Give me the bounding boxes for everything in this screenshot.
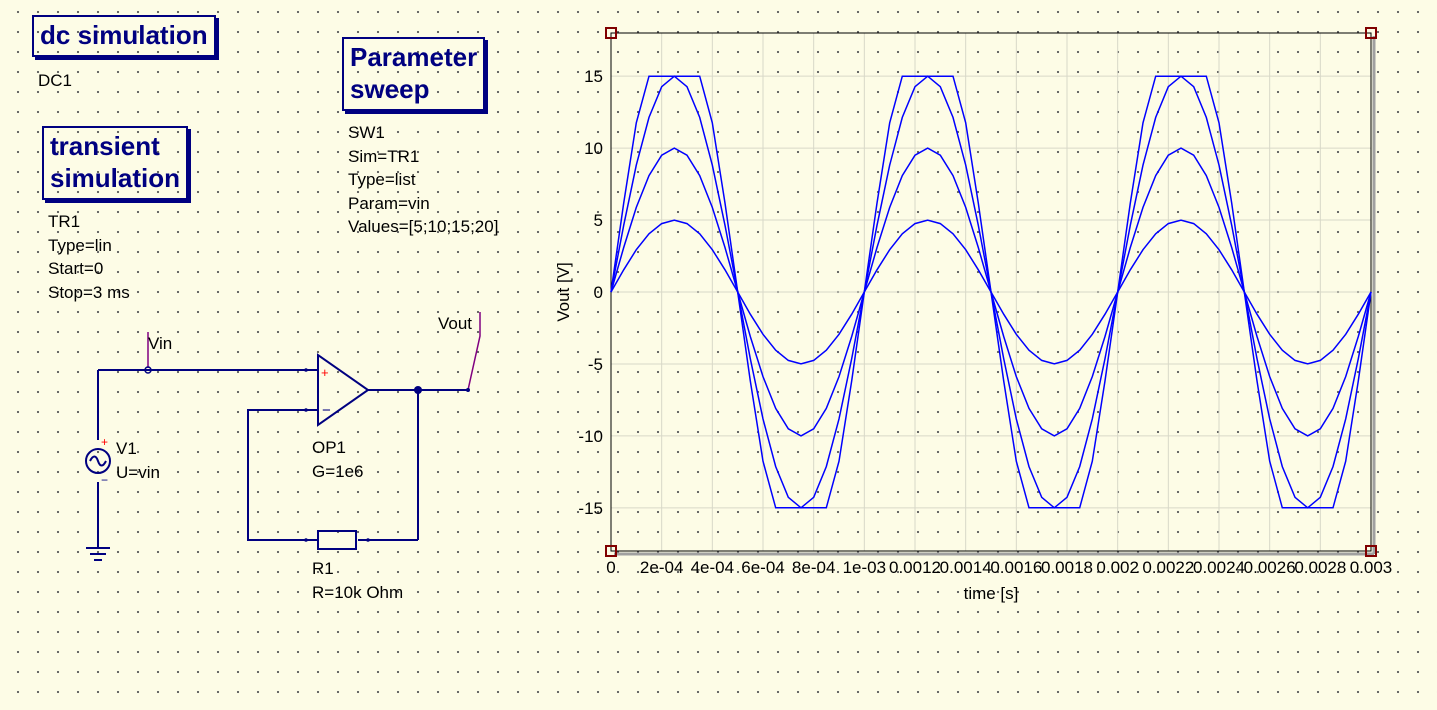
pin-dot: [304, 408, 308, 412]
x-tick-label: 1e-03: [843, 558, 886, 577]
r1-name: R1: [312, 559, 334, 578]
vin-net-label[interactable]: Vin: [148, 334, 172, 354]
svg-text:+: +: [321, 365, 329, 380]
schematic-canvas[interactable]: + − + −: [0, 0, 540, 710]
y-tick-label: 5: [594, 211, 603, 230]
pin-dot: [466, 388, 470, 392]
x-tick-label: 0.0018: [1041, 558, 1093, 577]
x-tick-label: 6e-04: [741, 558, 784, 577]
x-tick-label: 0.0016: [990, 558, 1042, 577]
opamp-symbol[interactable]: + −: [317, 353, 370, 427]
svg-text:−: −: [101, 473, 108, 487]
y-tick-label: -15: [578, 499, 603, 518]
x-tick-label: 8e-04: [792, 558, 835, 577]
x-tick-label: 0: [606, 558, 615, 577]
x-tick-label: 0.0022: [1142, 558, 1194, 577]
y-axis-label: Vout [V]: [554, 262, 573, 322]
x-tick-label: 0.0012: [889, 558, 941, 577]
voltage-source-symbol[interactable]: + −: [85, 435, 111, 487]
r1-label: R1 R=10k Ohm: [312, 557, 403, 604]
x-tick-label: 4e-04: [691, 558, 734, 577]
junction-dot: [414, 386, 422, 394]
v1-name: V1: [116, 439, 137, 458]
svg-text:+: +: [101, 435, 108, 449]
vout-net-label[interactable]: Vout: [438, 314, 472, 334]
svg-text:−: −: [322, 402, 331, 419]
y-tick-label: 0: [594, 283, 603, 302]
ground-symbol[interactable]: [86, 547, 110, 561]
x-tick-label: 0.0026: [1244, 558, 1296, 577]
op1-value: G=1e6: [312, 461, 364, 481]
y-tick-label: -10: [578, 427, 603, 446]
x-tick-label: 0.0028: [1294, 558, 1346, 577]
tabular-diagram[interactable]: 15 10 5 0 -5 -10 -15 0 2e-04 4e-04 6e-04 8e-04 1e-03…: [540, 20, 1420, 620]
v1-label: V1 U=vin: [116, 437, 160, 484]
x-tick-label: 2e-04: [640, 558, 683, 577]
x-axis-label: time [s]: [964, 584, 1019, 603]
y-tick-label: 10: [584, 139, 603, 158]
op1-label: OP1 G=1e6: [312, 436, 364, 483]
y-tick-label: 15: [584, 67, 603, 86]
v1-value: U=vin: [116, 462, 160, 482]
x-tick-label: 0.0014: [940, 558, 992, 577]
r1-value: R=10k Ohm: [312, 582, 404, 602]
op1-name: OP1: [312, 438, 347, 457]
y-tick-label: -5: [588, 355, 603, 374]
x-tick-label: 0.003: [1350, 558, 1393, 577]
x-tick-label: 0.002: [1096, 558, 1139, 577]
pin-dot: [304, 368, 308, 372]
x-tick-label: 0.0024: [1193, 558, 1245, 577]
